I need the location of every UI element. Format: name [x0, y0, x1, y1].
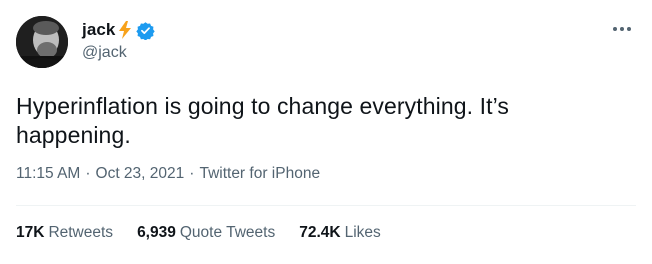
quote-tweets-stat[interactable]: 6,939 Quote Tweets — [137, 224, 275, 242]
avatar-image — [16, 16, 68, 68]
separator: · — [189, 165, 195, 182]
display-name[interactable]: jack — [82, 20, 116, 40]
name-row: jack — [82, 18, 155, 42]
tweet-card: jack @jack Hyperinflation is going to ch… — [0, 0, 652, 264]
more-options-icon — [613, 27, 631, 31]
tweet-source[interactable]: Twitter for iPhone — [199, 165, 320, 183]
likes-label: Likes — [344, 224, 381, 241]
avatar[interactable] — [16, 16, 68, 68]
separator: · — [85, 165, 91, 182]
lightning-bolt-icon — [117, 20, 133, 40]
handle[interactable]: @jack — [82, 44, 155, 62]
retweets-label: Retweets — [48, 224, 114, 241]
divider — [16, 205, 636, 206]
retweets-count: 17K — [16, 224, 45, 241]
tweet-date[interactable]: Oct 23, 2021 — [96, 165, 185, 183]
tweet-stats: 17K Retweets 6,939 Quote Tweets 72.4K Li… — [16, 224, 405, 242]
likes-stat[interactable]: 72.4K Likes — [299, 224, 381, 242]
likes-count: 72.4K — [299, 224, 341, 241]
tweet-meta: 11:15 AM · Oct 23, 2021 · Twitter for iP… — [16, 165, 320, 183]
verified-badge-icon — [135, 21, 155, 41]
tweet-time[interactable]: 11:15 AM — [16, 165, 80, 183]
quote-tweets-label: Quote Tweets — [179, 224, 276, 241]
user-info: jack @jack — [82, 18, 155, 62]
tweet-text: Hyperinflation is going to change everyt… — [16, 93, 509, 148]
more-options-button[interactable] — [610, 22, 634, 36]
retweets-stat[interactable]: 17K Retweets — [16, 224, 113, 242]
quote-tweets-count: 6,939 — [137, 224, 176, 241]
